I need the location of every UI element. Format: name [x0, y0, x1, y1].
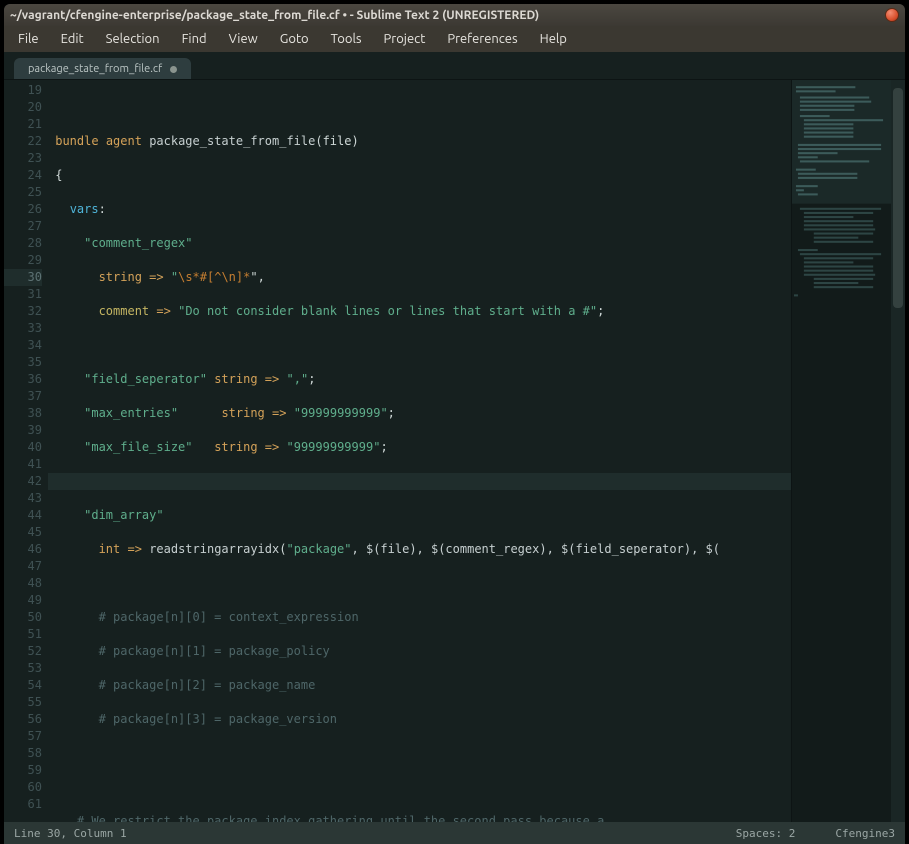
line-number: 60 — [4, 779, 42, 796]
line-number: 26 — [4, 201, 42, 218]
menu-view[interactable]: View — [219, 29, 268, 49]
line-number: 27 — [4, 218, 42, 235]
menu-preferences[interactable]: Preferences — [437, 29, 527, 49]
line-number: 28 — [4, 235, 42, 252]
menu-tools[interactable]: Tools — [321, 29, 372, 49]
line-number: 24 — [4, 167, 42, 184]
line-number: 19 — [4, 82, 42, 99]
line-number: 35 — [4, 354, 42, 371]
tab-bar: package_state_from_file.cf — [4, 52, 905, 80]
line-number: 21 — [4, 116, 42, 133]
line-number: 57 — [4, 728, 42, 745]
menu-selection[interactable]: Selection — [96, 29, 170, 49]
line-number: 61 — [4, 796, 42, 813]
tab-label: package_state_from_file.cf — [28, 63, 162, 75]
line-number: 54 — [4, 677, 42, 694]
app-window: ~/vagrant/cfengine-enterprise/package_st… — [4, 4, 905, 844]
line-number: 50 — [4, 609, 42, 626]
line-number: 31 — [4, 286, 42, 303]
line-number: 29 — [4, 252, 42, 269]
menu-help[interactable]: Help — [530, 29, 577, 49]
line-number: 59 — [4, 762, 42, 779]
dirty-indicator-icon — [170, 66, 177, 73]
menubar: File Edit Selection Find View Goto Tools… — [4, 26, 905, 52]
scrollbar-thumb[interactable] — [893, 88, 903, 308]
line-number: 38 — [4, 405, 42, 422]
line-number: 41 — [4, 456, 42, 473]
line-number: 51 — [4, 626, 42, 643]
line-number-gutter[interactable]: 1920212223242526272829303132333435363738… — [4, 80, 48, 822]
menu-file[interactable]: File — [8, 29, 49, 49]
line-number: 42 — [4, 473, 42, 490]
menu-project[interactable]: Project — [374, 29, 436, 49]
line-number: 22 — [4, 133, 42, 150]
line-number: 56 — [4, 711, 42, 728]
line-number: 20 — [4, 99, 42, 116]
minimap[interactable] — [791, 80, 891, 822]
menu-find[interactable]: Find — [172, 29, 217, 49]
close-icon[interactable] — [885, 8, 899, 22]
status-indent[interactable]: Spaces: 2 — [736, 827, 796, 840]
line-number: 47 — [4, 558, 42, 575]
line-number: 34 — [4, 337, 42, 354]
titlebar[interactable]: ~/vagrant/cfengine-enterprise/package_st… — [4, 4, 905, 26]
line-number: 52 — [4, 643, 42, 660]
status-cursor: Line 30, Column 1 — [14, 827, 127, 840]
line-number: 49 — [4, 592, 42, 609]
line-number: 36 — [4, 371, 42, 388]
line-number: 25 — [4, 184, 42, 201]
tab-file[interactable]: package_state_from_file.cf — [14, 58, 191, 79]
status-bar: Line 30, Column 1 Spaces: 2 Cfengine3 — [4, 822, 905, 844]
line-number: 32 — [4, 303, 42, 320]
menu-edit[interactable]: Edit — [51, 29, 94, 49]
line-number: 48 — [4, 575, 42, 592]
line-number: 39 — [4, 422, 42, 439]
line-number: 40 — [4, 439, 42, 456]
line-number: 37 — [4, 388, 42, 405]
line-number: 53 — [4, 660, 42, 677]
line-number: 43 — [4, 490, 42, 507]
line-number: 23 — [4, 150, 42, 167]
menu-goto[interactable]: Goto — [270, 29, 319, 49]
line-number: 58 — [4, 745, 42, 762]
editor: 1920212223242526272829303132333435363738… — [4, 80, 905, 822]
minimap-icon — [792, 80, 891, 822]
status-syntax[interactable]: Cfengine3 — [835, 827, 895, 840]
line-number: 46 — [4, 541, 42, 558]
line-number: 44 — [4, 507, 42, 524]
line-number: 55 — [4, 694, 42, 711]
window-title: ~/vagrant/cfengine-enterprise/package_st… — [10, 9, 885, 22]
line-number: 45 — [4, 524, 42, 541]
line-number: 33 — [4, 320, 42, 337]
vertical-scrollbar[interactable] — [891, 80, 905, 822]
code-area[interactable]: bundle agent package_state_from_file(fil… — [48, 80, 791, 822]
line-number: 30 — [4, 269, 42, 286]
